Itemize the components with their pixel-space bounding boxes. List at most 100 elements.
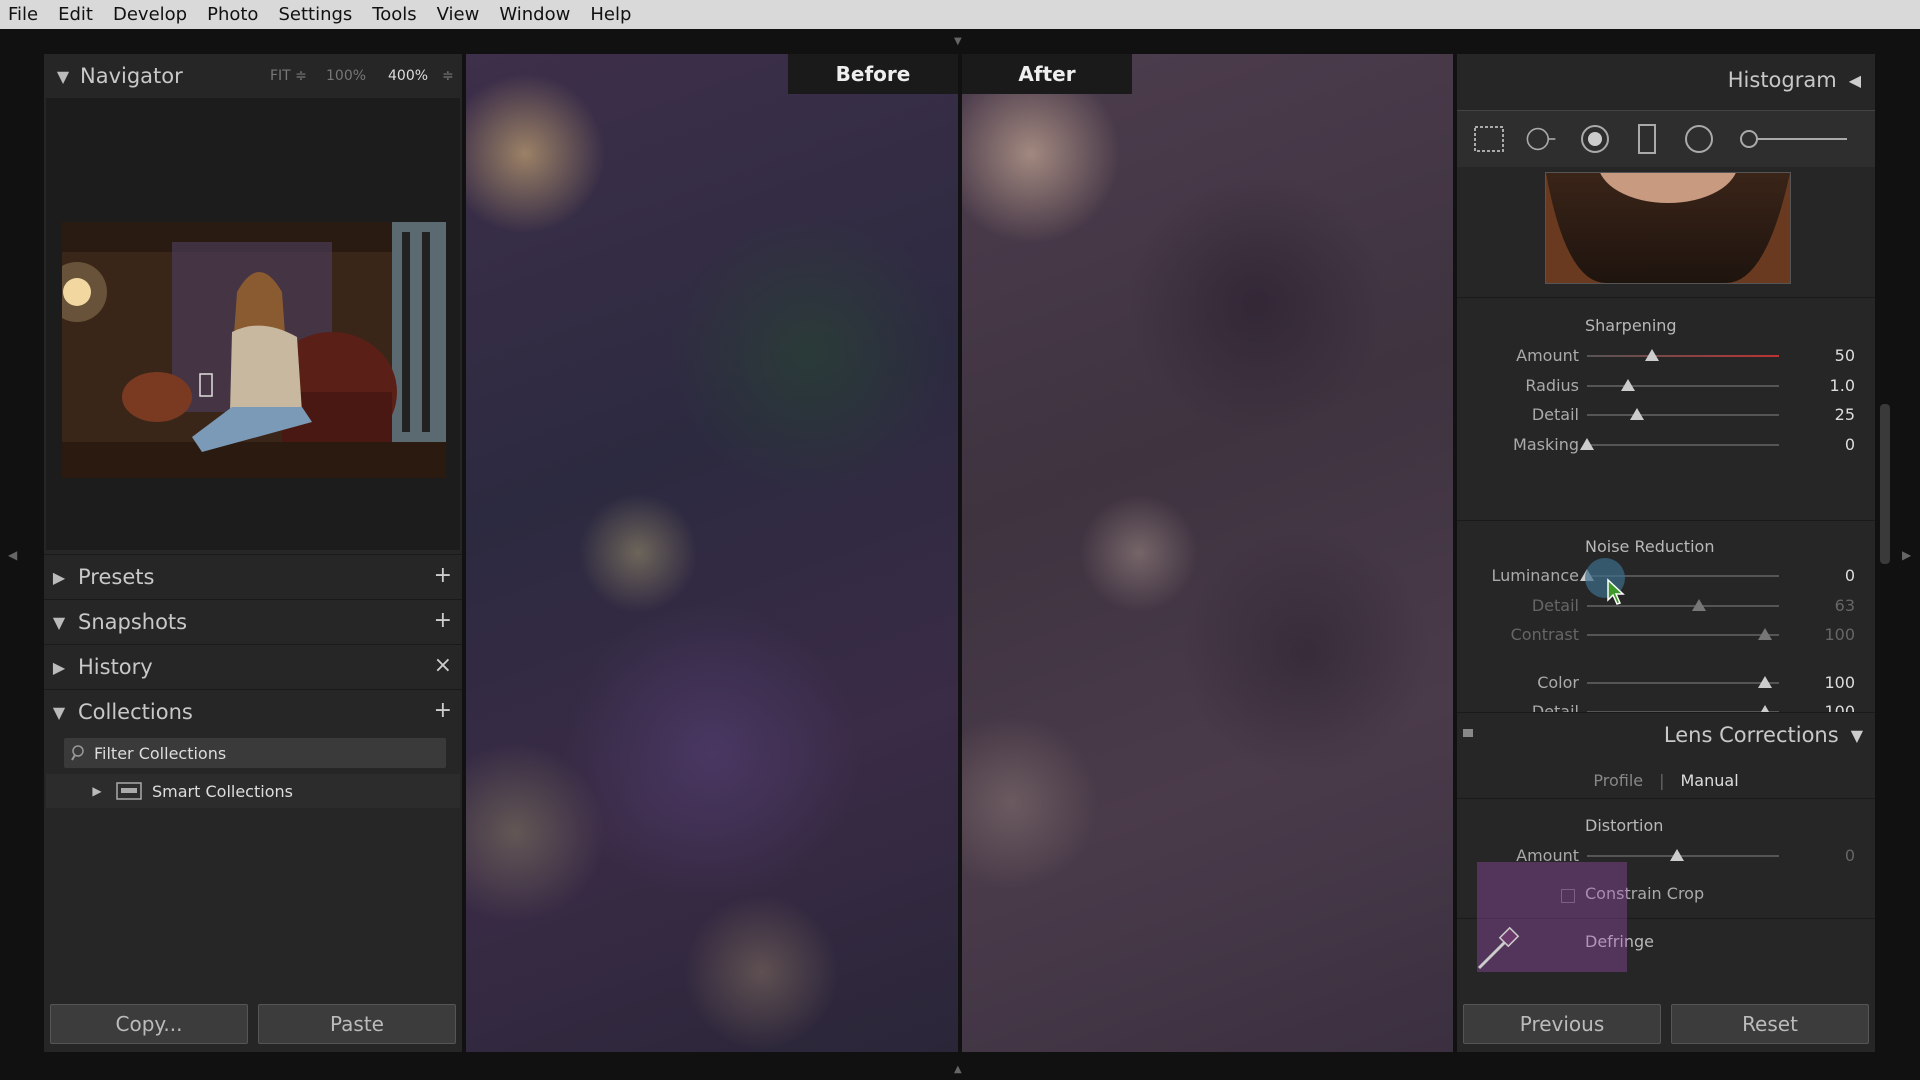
menu-window[interactable]: Window <box>489 0 580 29</box>
slider-track[interactable] <box>1587 355 1779 357</box>
add-preset-icon[interactable]: + <box>434 563 452 588</box>
filter-collections-input[interactable]: Filter Collections <box>64 738 446 768</box>
slider-track[interactable] <box>1587 414 1779 416</box>
slider-label: Amount <box>1516 346 1579 365</box>
slider-value: 50 <box>1834 346 1855 365</box>
after-label: After <box>962 54 1132 94</box>
search-icon <box>71 745 84 761</box>
slider-row[interactable]: Masking 0 <box>1457 433 1875 457</box>
divider <box>1457 297 1875 298</box>
collapse-triangle-icon[interactable]: ▼ <box>48 703 70 722</box>
menu-bar: File Edit Develop Photo Settings Tools V… <box>0 0 1920 29</box>
slider-value: 63 <box>1834 595 1855 615</box>
lens-collapse-icon[interactable]: ▼ <box>1851 726 1863 745</box>
slider-track[interactable] <box>1587 384 1779 387</box>
slider-row[interactable]: Contrast 100 <box>1457 623 1875 647</box>
slider-thumb[interactable] <box>1691 598 1706 611</box>
zoom-fit[interactable]: FIT ≑ <box>270 68 307 84</box>
divider <box>1457 520 1875 521</box>
slider-label: Detail <box>1531 595 1579 615</box>
slider-row[interactable]: Color 100 <box>1457 671 1875 695</box>
expand-triangle-icon[interactable]: ▶ <box>48 658 70 677</box>
after-image-pane[interactable]: After <box>962 54 1453 1052</box>
top-panel-toggle-icon[interactable]: ▼ <box>954 36 962 47</box>
slider-track[interactable] <box>1587 681 1779 684</box>
panel-switch-icon[interactable] <box>1463 729 1473 737</box>
histogram-header[interactable]: Histogram ◀ <box>1457 54 1875 106</box>
slider-row[interactable]: Detail 63 <box>1457 594 1875 618</box>
slider-track[interactable] <box>1587 634 1779 636</box>
navigator-photo[interactable] <box>62 222 446 478</box>
crop-overlay-icon[interactable] <box>1473 123 1505 155</box>
spot-removal-icon[interactable] <box>1525 123 1557 155</box>
menu-tools[interactable]: Tools <box>362 0 426 29</box>
snapshots-section[interactable]: ▼ Snapshots + <box>44 599 462 644</box>
radial-filter-icon[interactable] <box>1683 123 1715 155</box>
copy-button[interactable]: Copy... <box>50 1004 248 1044</box>
menu-develop[interactable]: Develop <box>103 0 197 29</box>
slider-thumb[interactable] <box>1670 849 1684 861</box>
histogram-collapse-icon[interactable]: ◀ <box>1849 71 1861 90</box>
slider-thumb[interactable] <box>1758 628 1773 640</box>
navigator-preview[interactable] <box>46 98 460 550</box>
navigator-header[interactable]: ▼ Navigator FIT ≑ 100% 400% ≑ <box>44 54 462 98</box>
menu-photo[interactable]: Photo <box>197 0 268 29</box>
right-panel-scrollbar[interactable] <box>1880 404 1890 564</box>
menu-settings[interactable]: Settings <box>268 0 362 29</box>
collapse-triangle-icon[interactable]: ▼ <box>48 613 70 632</box>
slider-thumb[interactable] <box>1580 437 1594 450</box>
slider-thumb[interactable] <box>1644 349 1659 361</box>
menu-help[interactable]: Help <box>580 0 641 29</box>
collections-section[interactable]: ▼ Collections + <box>44 689 462 734</box>
slider-value: 100 <box>1824 672 1855 692</box>
tab-separator: | <box>1659 770 1665 790</box>
detail-preview-illustration <box>1546 123 1790 283</box>
red-eye-icon[interactable] <box>1579 123 1611 155</box>
slider-label: Contrast <box>1510 625 1579 644</box>
zoom-400[interactable]: 400% <box>388 68 428 84</box>
collapse-triangle-icon[interactable]: ▼ <box>52 67 74 86</box>
slider-row[interactable]: Luminance 0 <box>1457 564 1875 588</box>
slider-row[interactable]: Amount 50 <box>1457 344 1875 368</box>
previous-button[interactable]: Previous <box>1463 1004 1661 1044</box>
expand-triangle-icon[interactable]: ▶ <box>86 784 108 798</box>
reset-button[interactable]: Reset <box>1671 1004 1869 1044</box>
adjustment-brush-icon[interactable] <box>1739 123 1849 155</box>
clear-history-icon[interactable]: × <box>434 653 452 678</box>
bottom-panel-toggle-icon[interactable]: ▲ <box>954 1064 962 1075</box>
history-section[interactable]: ▶ History × <box>44 644 462 689</box>
slider-track[interactable] <box>1587 443 1779 446</box>
slider-row[interactable]: Radius 1.0 <box>1457 374 1875 398</box>
right-panel-toggle-icon[interactable]: ▶ <box>1902 548 1911 562</box>
menu-file[interactable]: File <box>0 0 48 29</box>
slider-value: 0 <box>1844 846 1855 865</box>
menu-edit[interactable]: Edit <box>48 0 103 29</box>
before-image-pane[interactable]: Before <box>466 54 958 1052</box>
presets-section[interactable]: ▶ Presets + <box>44 554 462 599</box>
sharpening-title: Sharpening <box>1585 316 1677 335</box>
tab-profile[interactable]: Profile <box>1593 771 1643 790</box>
add-snapshot-icon[interactable]: + <box>434 608 452 633</box>
zoom-100[interactable]: 100% <box>326 68 366 84</box>
menu-view[interactable]: View <box>427 0 490 29</box>
expand-triangle-icon[interactable]: ▶ <box>48 568 70 587</box>
paste-button[interactable]: Paste <box>258 1004 456 1044</box>
eyedropper-icon[interactable] <box>1473 924 1523 974</box>
detail-preview-thumbnail[interactable] <box>1545 123 1791 284</box>
tab-manual[interactable]: Manual <box>1681 771 1739 790</box>
left-panel-toggle-icon[interactable]: ◀ <box>8 548 17 562</box>
slider-row[interactable]: Detail 25 <box>1457 403 1875 427</box>
graduated-filter-icon[interactable] <box>1631 123 1663 155</box>
zoom-dropdown-icon[interactable]: ≑ <box>442 68 454 84</box>
divider <box>1457 798 1875 799</box>
slider-label: Detail <box>1531 405 1579 424</box>
tool-strip <box>1457 110 1875 167</box>
slider-label: Masking <box>1513 434 1579 454</box>
presets-title: Presets <box>78 565 155 589</box>
slider-thumb[interactable] <box>1758 675 1773 688</box>
smart-collections-item[interactable]: ▶ Smart Collections <box>46 774 460 808</box>
lens-corrections-header[interactable]: Lens Corrections ▼ <box>1457 712 1875 757</box>
slider-thumb[interactable] <box>1630 408 1645 420</box>
slider-thumb[interactable] <box>1621 378 1636 391</box>
add-collection-icon[interactable]: + <box>434 698 452 723</box>
